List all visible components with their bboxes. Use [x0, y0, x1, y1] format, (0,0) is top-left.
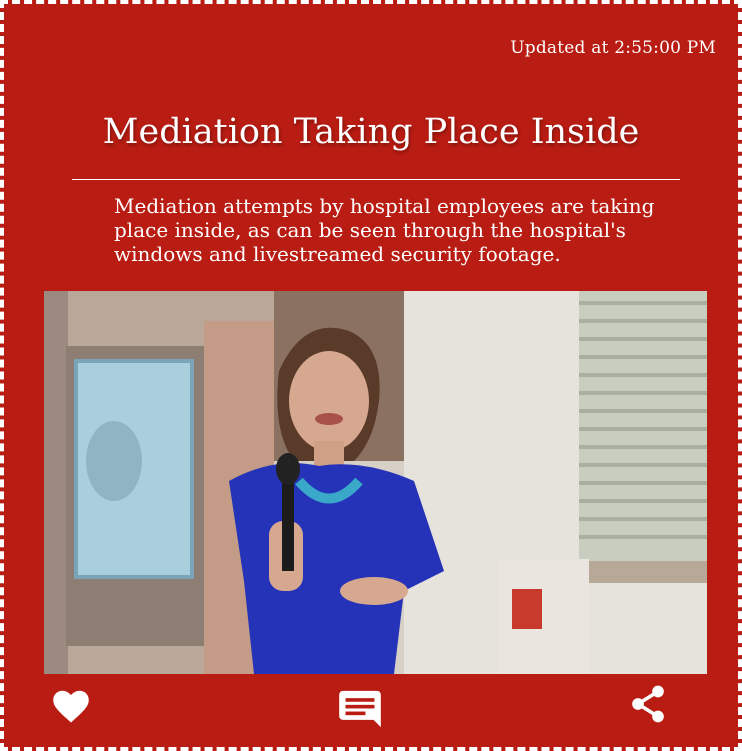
reporter-scene [44, 291, 707, 674]
share-button[interactable] [628, 684, 668, 728]
comment-button[interactable] [338, 690, 382, 732]
video-frame[interactable] [44, 291, 707, 674]
post-body: Mediation attempts by hospital employees… [114, 194, 655, 266]
updated-timestamp: Updated at 2:55:00 PM [510, 38, 716, 58]
live-update-card: Updated at 2:55:00 PM Mediation Taking P… [0, 0, 742, 751]
like-button[interactable] [52, 690, 90, 728]
heart-icon [53, 690, 89, 723]
headline: Mediation Taking Place Inside [102, 112, 640, 152]
divider [72, 179, 680, 180]
comment-icon [339, 690, 381, 728]
share-icon [632, 685, 664, 723]
action-bar [4, 684, 738, 734]
